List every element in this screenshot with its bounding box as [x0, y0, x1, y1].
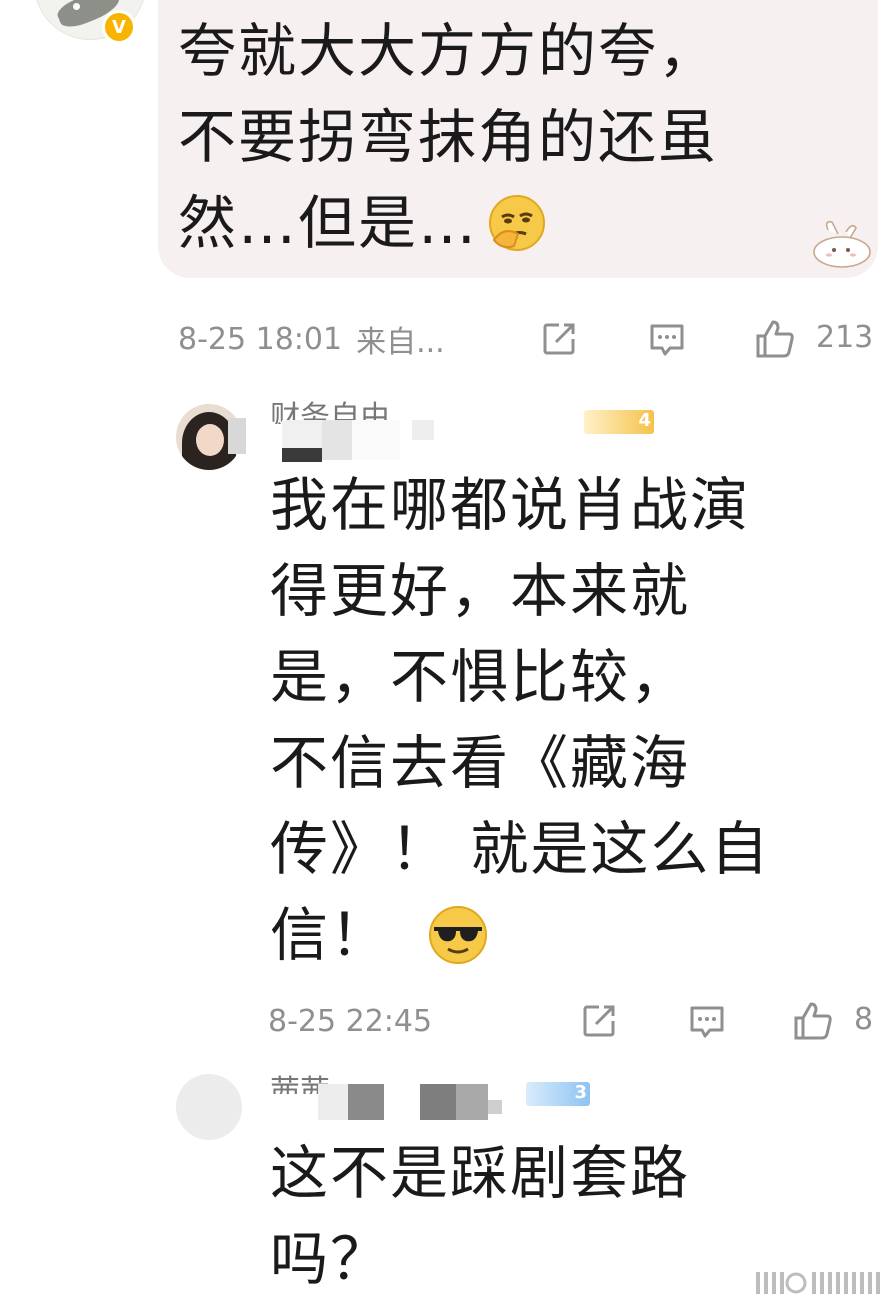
comment-text: 我在哪都说肖战演 得更好，本来就 是，不惧比较， 不信去看《藏海 传》！ 就是这… [270, 462, 850, 978]
comment-line: 传》！ 就是这么自 [270, 815, 771, 883]
level-badge: 3 [526, 1082, 590, 1106]
vip-badge: V [102, 10, 136, 44]
comment-line: 这不是踩剧套路 [270, 1139, 691, 1207]
repost-button[interactable] [536, 316, 582, 362]
avatar[interactable] [176, 1074, 242, 1140]
comment-icon [650, 324, 684, 356]
repost-button[interactable] [576, 998, 622, 1044]
comment-meta: 8-25 18:01 来自... 213 [178, 316, 878, 362]
comment-line: 得更好，本来就 [270, 557, 691, 625]
censor-mosaic [318, 1084, 348, 1120]
like-icon [756, 320, 794, 358]
like-icon [794, 1002, 832, 1040]
censor-mosaic [420, 1084, 456, 1120]
comment-line: 夸就大大方方的夸， [178, 17, 719, 85]
fish-eye [73, 3, 80, 10]
censor-mosaic [412, 420, 434, 440]
bunny-sticker-icon [813, 220, 871, 268]
comment-line: 是，不惧比较， [270, 643, 691, 711]
level-badge: 4 [584, 410, 654, 434]
comment-thread: V 夸就大大方方的夸， 不要拐弯抹角的还虽 然…但是… 8-25 18:01 来… [0, 0, 895, 1310]
timestamp: 8-25 22:45 [268, 1003, 433, 1039]
comment-icon [690, 1006, 724, 1038]
reply-button[interactable] [684, 998, 730, 1044]
avatar-face [196, 424, 224, 456]
censor-mosaic [228, 418, 246, 454]
censor-mosaic [488, 1100, 502, 1114]
censor-mosaic [456, 1084, 488, 1120]
comment-text: 夸就大大方方的夸， 不要拐弯抹角的还虽 然…但是… [178, 8, 818, 266]
censor-mosaic [352, 420, 400, 460]
source-label[interactable]: 来自... [356, 317, 445, 361]
like-count: 213 [816, 320, 874, 355]
watermark-icon [756, 1272, 880, 1294]
comment-line: 信！ [270, 892, 850, 978]
reply-button[interactable] [644, 316, 690, 362]
comment-line-text: 信！ [270, 901, 391, 969]
timestamp: 8-25 18:01 [178, 321, 343, 357]
like-button[interactable] [752, 316, 798, 362]
censor-mosaic [282, 448, 322, 462]
censor-mosaic [322, 420, 352, 460]
thinking-face-icon [489, 195, 546, 251]
comment-meta: 8-25 22:45 8 [268, 998, 878, 1044]
comment-line: 不要拐弯抹角的还虽 [178, 94, 818, 180]
comment-line: 然…但是… [178, 180, 818, 266]
like-count: 8 [854, 1002, 874, 1037]
censor-mosaic [348, 1084, 384, 1120]
comment-line-text: 不要拐弯抹角的还虽 [178, 103, 719, 171]
like-button[interactable] [790, 998, 836, 1044]
repost-icon [583, 1005, 615, 1037]
comment-line: 不信去看《藏海 [270, 729, 691, 797]
repost-icon [543, 323, 575, 355]
comment-line-text: 然…但是… [178, 189, 479, 257]
sunglasses-face-icon [429, 906, 488, 964]
comment-line: 我在哪都说肖战演 [270, 471, 751, 539]
